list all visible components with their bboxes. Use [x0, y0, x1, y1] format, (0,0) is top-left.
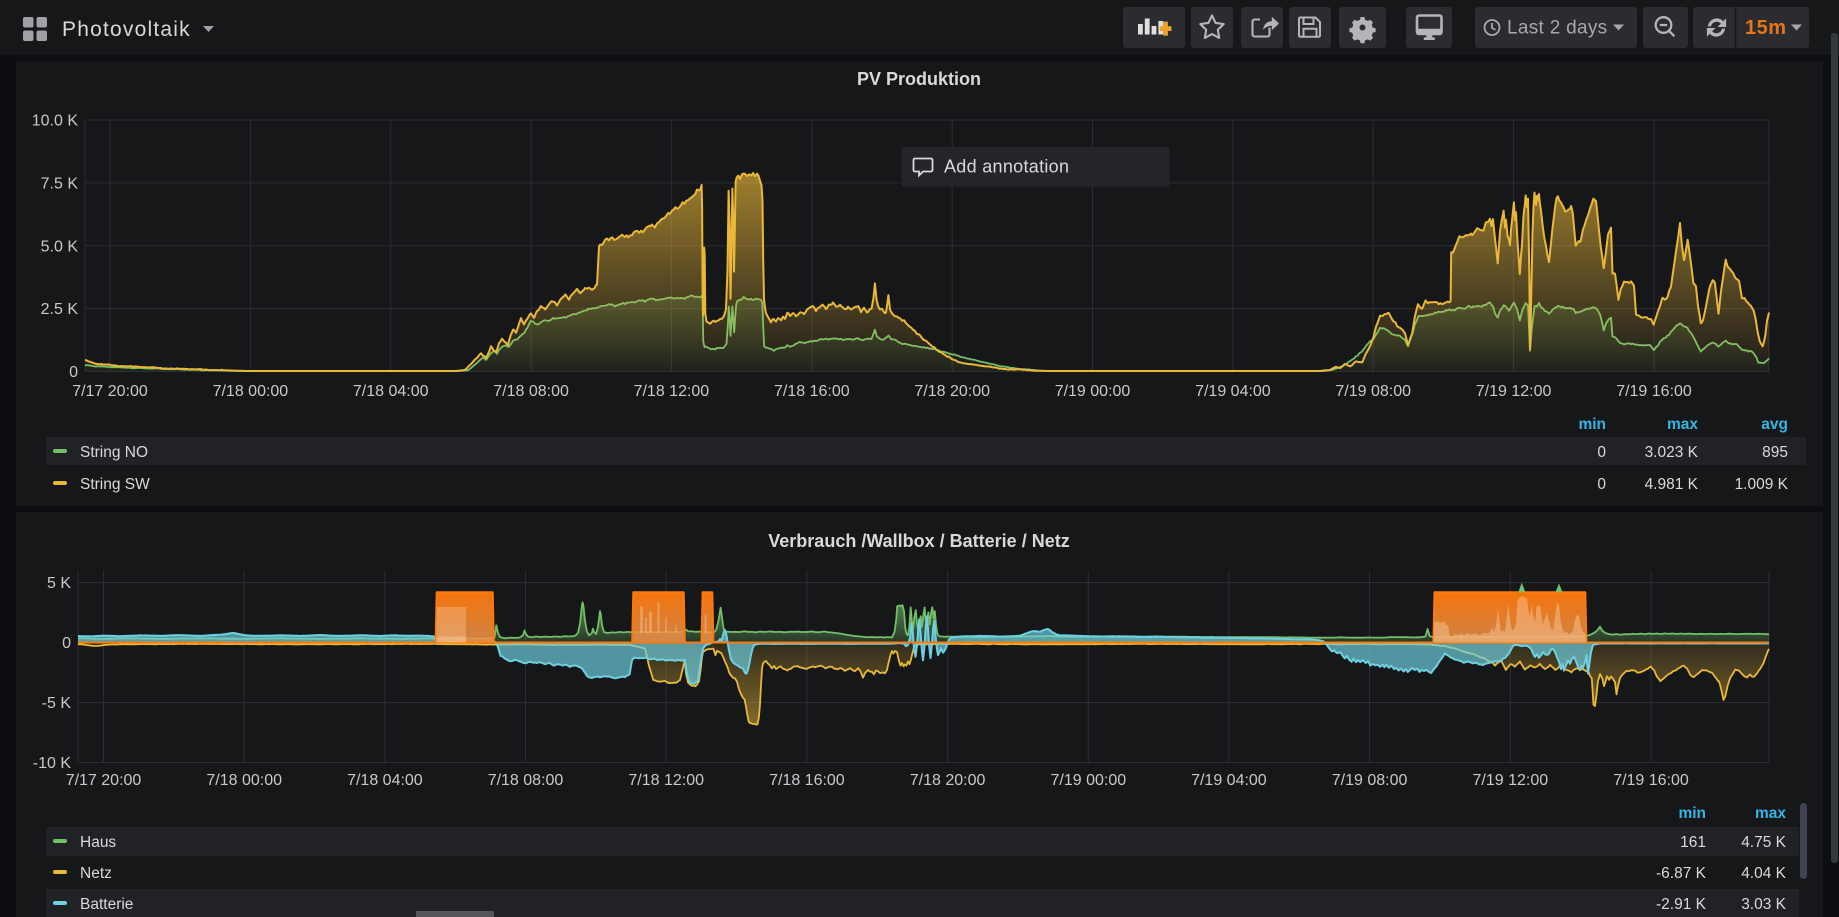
svg-text:Haus: Haus — [80, 834, 116, 851]
svg-text:7/18 20:00: 7/18 20:00 — [914, 383, 990, 400]
svg-text:String NO: String NO — [80, 444, 148, 461]
svg-text:Verbrauch /Wallbox / Batterie: Verbrauch /Wallbox / Batterie / Netz — [768, 531, 1069, 551]
svg-text:-2.91 K: -2.91 K — [1656, 896, 1707, 913]
svg-text:4.75 K: 4.75 K — [1741, 834, 1786, 851]
svg-text:0: 0 — [69, 364, 78, 381]
svg-text:Batterie: Batterie — [80, 896, 133, 913]
svg-text:Netz: Netz — [80, 865, 112, 882]
svg-text:7.5 K: 7.5 K — [41, 175, 79, 192]
svg-text:7/18 08:00: 7/18 08:00 — [488, 772, 564, 789]
svg-text:895: 895 — [1762, 444, 1788, 461]
svg-text:4.04 K: 4.04 K — [1741, 865, 1786, 882]
svg-text:7/18 00:00: 7/18 00:00 — [206, 772, 282, 789]
svg-text:10.0 K: 10.0 K — [32, 113, 79, 130]
svg-text:7/18 00:00: 7/18 00:00 — [213, 383, 289, 400]
svg-text:7/18 04:00: 7/18 04:00 — [353, 383, 429, 400]
svg-text:-6.87 K: -6.87 K — [1656, 865, 1707, 882]
svg-text:5 K: 5 K — [47, 575, 71, 592]
svg-text:7/18 20:00: 7/18 20:00 — [910, 772, 986, 789]
svg-text:1.009 K: 1.009 K — [1735, 476, 1789, 493]
svg-text:-10 K: -10 K — [33, 755, 72, 772]
svg-text:7/19 16:00: 7/19 16:00 — [1616, 383, 1692, 400]
svg-text:0: 0 — [1597, 476, 1606, 493]
svg-text:0: 0 — [1597, 444, 1606, 461]
svg-text:PV Produktion: PV Produktion — [857, 69, 981, 89]
svg-text:7/19 12:00: 7/19 12:00 — [1476, 383, 1552, 400]
svg-text:7/19 04:00: 7/19 04:00 — [1191, 772, 1267, 789]
svg-text:7/19 08:00: 7/19 08:00 — [1332, 772, 1408, 789]
svg-text:7/18 12:00: 7/18 12:00 — [634, 383, 710, 400]
svg-text:15m: 15m — [1745, 17, 1787, 39]
svg-text:7/17 20:00: 7/17 20:00 — [72, 383, 148, 400]
svg-text:max: max — [1667, 416, 1698, 433]
svg-text:4.981 K: 4.981 K — [1645, 476, 1699, 493]
svg-text:7/18 12:00: 7/18 12:00 — [628, 772, 704, 789]
svg-text:7/19 08:00: 7/19 08:00 — [1335, 383, 1411, 400]
svg-text:7/18 16:00: 7/18 16:00 — [774, 383, 850, 400]
svg-text:7/19 12:00: 7/19 12:00 — [1472, 772, 1548, 789]
svg-text:Photovoltaik: Photovoltaik — [62, 18, 191, 41]
svg-text:7/19 00:00: 7/19 00:00 — [1055, 383, 1131, 400]
svg-text:7/18 08:00: 7/18 08:00 — [493, 383, 569, 400]
svg-text:7/19 16:00: 7/19 16:00 — [1613, 772, 1689, 789]
svg-text:3.03 K: 3.03 K — [1741, 896, 1786, 913]
svg-text:0: 0 — [62, 635, 71, 652]
svg-text:-5 K: -5 K — [42, 695, 72, 712]
svg-text:String SW: String SW — [80, 476, 150, 493]
svg-text:7/19 04:00: 7/19 04:00 — [1195, 383, 1271, 400]
svg-text:2.5 K: 2.5 K — [41, 301, 79, 318]
svg-text:7/18 16:00: 7/18 16:00 — [769, 772, 845, 789]
svg-text:3.023 K: 3.023 K — [1645, 444, 1699, 461]
svg-text:5.0 K: 5.0 K — [41, 238, 79, 255]
svg-text:avg: avg — [1761, 416, 1788, 433]
svg-text:7/18 04:00: 7/18 04:00 — [347, 772, 423, 789]
svg-text:max: max — [1755, 805, 1786, 822]
svg-text:Add annotation: Add annotation — [944, 157, 1069, 177]
svg-text:min: min — [1578, 416, 1606, 433]
svg-text:161: 161 — [1680, 834, 1706, 851]
svg-text:Last 2 days: Last 2 days — [1507, 18, 1607, 39]
svg-text:7/17 20:00: 7/17 20:00 — [66, 772, 142, 789]
svg-text:min: min — [1678, 805, 1706, 822]
svg-text:7/19 00:00: 7/19 00:00 — [1050, 772, 1126, 789]
